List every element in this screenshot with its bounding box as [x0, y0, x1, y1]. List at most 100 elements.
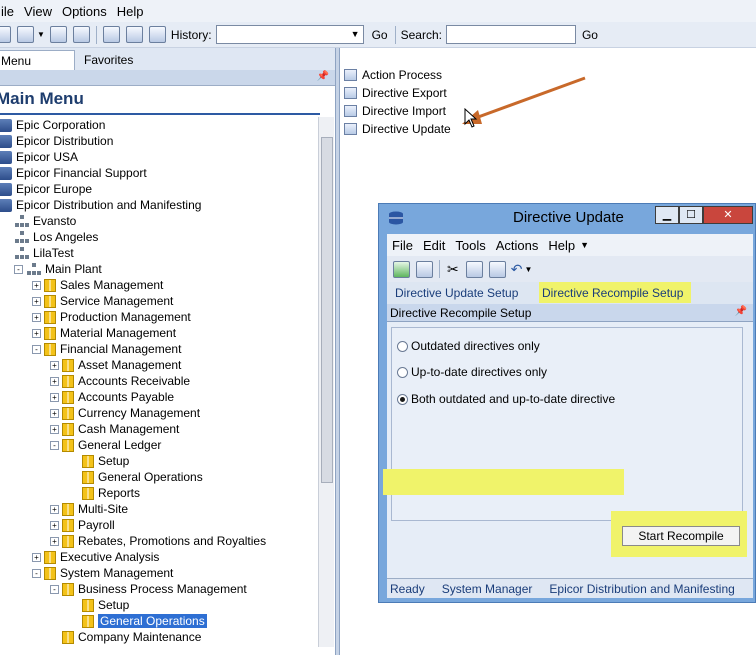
expand-icon[interactable]: + — [50, 360, 59, 370]
expand-icon[interactable]: + — [32, 280, 41, 290]
tree-item[interactable]: Epicor Distribution and Manifesting — [0, 197, 201, 213]
expand-icon[interactable]: + — [32, 312, 41, 322]
dialog-menu-actions[interactable]: Actions — [491, 238, 544, 253]
tree-item[interactable]: General Operations — [70, 613, 207, 629]
tree-item[interactable]: Epicor Financial Support — [0, 165, 147, 181]
collapse-icon[interactable]: - — [14, 264, 23, 274]
tree-item[interactable]: Epicor Distribution — [0, 133, 113, 149]
tree-item[interactable]: Setup — [70, 453, 129, 469]
expand-icon[interactable]: + — [32, 552, 41, 562]
tree-item[interactable]: + Currency Management — [50, 405, 200, 421]
maximize-button[interactable]: ☐ — [679, 206, 703, 224]
tree-item[interactable]: + Multi-Site — [50, 501, 128, 517]
expand-icon[interactable]: + — [50, 392, 59, 402]
tab-directive-recompile-setup[interactable]: Directive Recompile Setup — [539, 282, 691, 303]
tree-item[interactable]: + Sales Management — [32, 277, 163, 293]
tree-item[interactable]: - Main Plant — [14, 261, 102, 277]
tab-menu-groups[interactable]: Menu Groups — [0, 50, 75, 82]
radio-outdated-only[interactable]: Outdated directives only — [397, 339, 540, 353]
toolbar-tree-icon[interactable] — [17, 26, 34, 43]
menu-file[interactable]: ile — [0, 4, 19, 19]
menu-overflow-icon[interactable]: ▼ — [580, 240, 589, 250]
toolbar-dropdown-icon[interactable]: ▼ — [524, 265, 532, 274]
minimize-button[interactable]: ▁ — [655, 206, 679, 224]
tree-item[interactable]: Epic Corporation — [0, 117, 105, 133]
tree-item[interactable]: Setup — [70, 597, 129, 613]
toolbar-card-icon[interactable] — [49, 26, 67, 43]
expand-icon[interactable]: + — [50, 408, 59, 418]
expand-icon[interactable]: + — [50, 376, 59, 386]
history-go-button[interactable]: Go — [372, 28, 388, 42]
dialog-menu-tools[interactable]: Tools — [450, 238, 490, 253]
menu-options[interactable]: Options — [57, 4, 112, 19]
collapse-icon[interactable]: - — [50, 440, 59, 450]
copy-icon[interactable] — [465, 260, 483, 278]
collapse-icon[interactable]: - — [50, 584, 59, 594]
tree-item[interactable]: + Production Management — [32, 309, 191, 325]
undo-icon[interactable]: ↶ — [511, 261, 523, 278]
radio-circle-selected[interactable] — [397, 393, 408, 405]
toolbar-refresh-icon[interactable] — [0, 26, 11, 43]
toolbar-find-icon[interactable] — [125, 26, 143, 43]
cut-icon[interactable]: ✂ — [447, 261, 459, 278]
search-input[interactable] — [445, 25, 576, 44]
tree-item[interactable]: LilaTest — [14, 245, 74, 261]
radio-circle[interactable] — [397, 340, 408, 352]
expand-icon[interactable]: + — [32, 296, 41, 306]
tree-item[interactable]: General Operations — [70, 469, 203, 485]
toolbar-dropdown-icon[interactable]: ▼ — [37, 30, 45, 39]
toolbar-user-icon[interactable] — [102, 26, 120, 43]
tree-item[interactable]: + Accounts Payable — [50, 389, 174, 405]
paste-icon[interactable] — [488, 260, 506, 278]
eraser-icon[interactable] — [416, 260, 433, 278]
tree-item[interactable]: + Rebates, Promotions and Royalties — [50, 533, 266, 549]
tree-item[interactable]: + Asset Management — [50, 357, 181, 373]
expand-icon[interactable]: + — [32, 328, 41, 338]
tree-item[interactable]: + Cash Management — [50, 421, 179, 437]
radio-up-to-date-only[interactable]: Up-to-date directives only — [397, 365, 547, 379]
dialog-titlebar[interactable]: Directive Update ▁ ☐ ✕ — [379, 204, 756, 232]
dialog-menu-file[interactable]: File — [387, 238, 418, 253]
expand-icon[interactable]: + — [50, 520, 59, 530]
collapse-icon[interactable]: - — [32, 344, 41, 354]
tree-item[interactable]: Company Maintenance — [50, 629, 201, 645]
close-button[interactable]: ✕ — [703, 206, 753, 224]
list-item[interactable]: Directive Export — [344, 86, 447, 100]
tree-item[interactable]: + Executive Analysis — [32, 549, 159, 565]
start-recompile-button[interactable]: Start Recompile — [622, 526, 740, 546]
list-item[interactable]: Directive Update — [344, 122, 451, 136]
toolbar-print-icon[interactable] — [72, 26, 90, 43]
menu-view[interactable]: View — [19, 4, 57, 19]
scrollbar-thumb[interactable] — [321, 137, 333, 483]
tab-favorites[interactable]: Favorites — [80, 50, 140, 70]
expand-icon[interactable]: + — [50, 504, 59, 514]
tree-item[interactable]: + Service Management — [32, 293, 173, 309]
tab-directive-update-setup[interactable]: Directive Update Setup — [395, 286, 518, 300]
tree-item[interactable]: - Business Process Management — [50, 581, 247, 597]
tree-item[interactable]: Evansto — [14, 213, 76, 229]
collapse-icon[interactable]: - — [32, 568, 41, 578]
tree-item[interactable]: Epicor USA — [0, 149, 78, 165]
dialog-menu-edit[interactable]: Edit — [418, 238, 450, 253]
tree-scrollbar[interactable] — [318, 117, 334, 647]
toolbar-settings-icon[interactable] — [148, 26, 166, 43]
expand-icon[interactable]: + — [50, 536, 59, 546]
tree-item[interactable]: - Financial Management — [32, 341, 181, 357]
search-go-button[interactable]: Go — [582, 28, 598, 42]
pin-icon[interactable]: 📌 — [317, 71, 329, 82]
tree-item[interactable]: - General Ledger — [50, 437, 161, 453]
radio-circle[interactable] — [397, 366, 408, 378]
tree-item[interactable]: + Payroll — [50, 517, 115, 533]
tree-item[interactable]: - System Management — [32, 565, 173, 581]
tree-item[interactable]: Los Angeles — [14, 229, 98, 245]
menu-help[interactable]: Help — [112, 4, 149, 19]
tree-item[interactable]: Reports — [70, 485, 140, 501]
tree-item[interactable]: + Material Management — [32, 325, 176, 341]
refresh-icon[interactable] — [393, 260, 410, 278]
list-item[interactable]: Directive Import — [344, 104, 446, 118]
history-combobox[interactable]: ▼ — [215, 25, 364, 44]
tree-item[interactable]: + Accounts Receivable — [50, 373, 190, 389]
list-item[interactable]: Action Process — [344, 68, 442, 82]
dialog-menu-help[interactable]: Help — [543, 238, 580, 253]
tree-item[interactable]: Epicor Europe — [0, 181, 92, 197]
